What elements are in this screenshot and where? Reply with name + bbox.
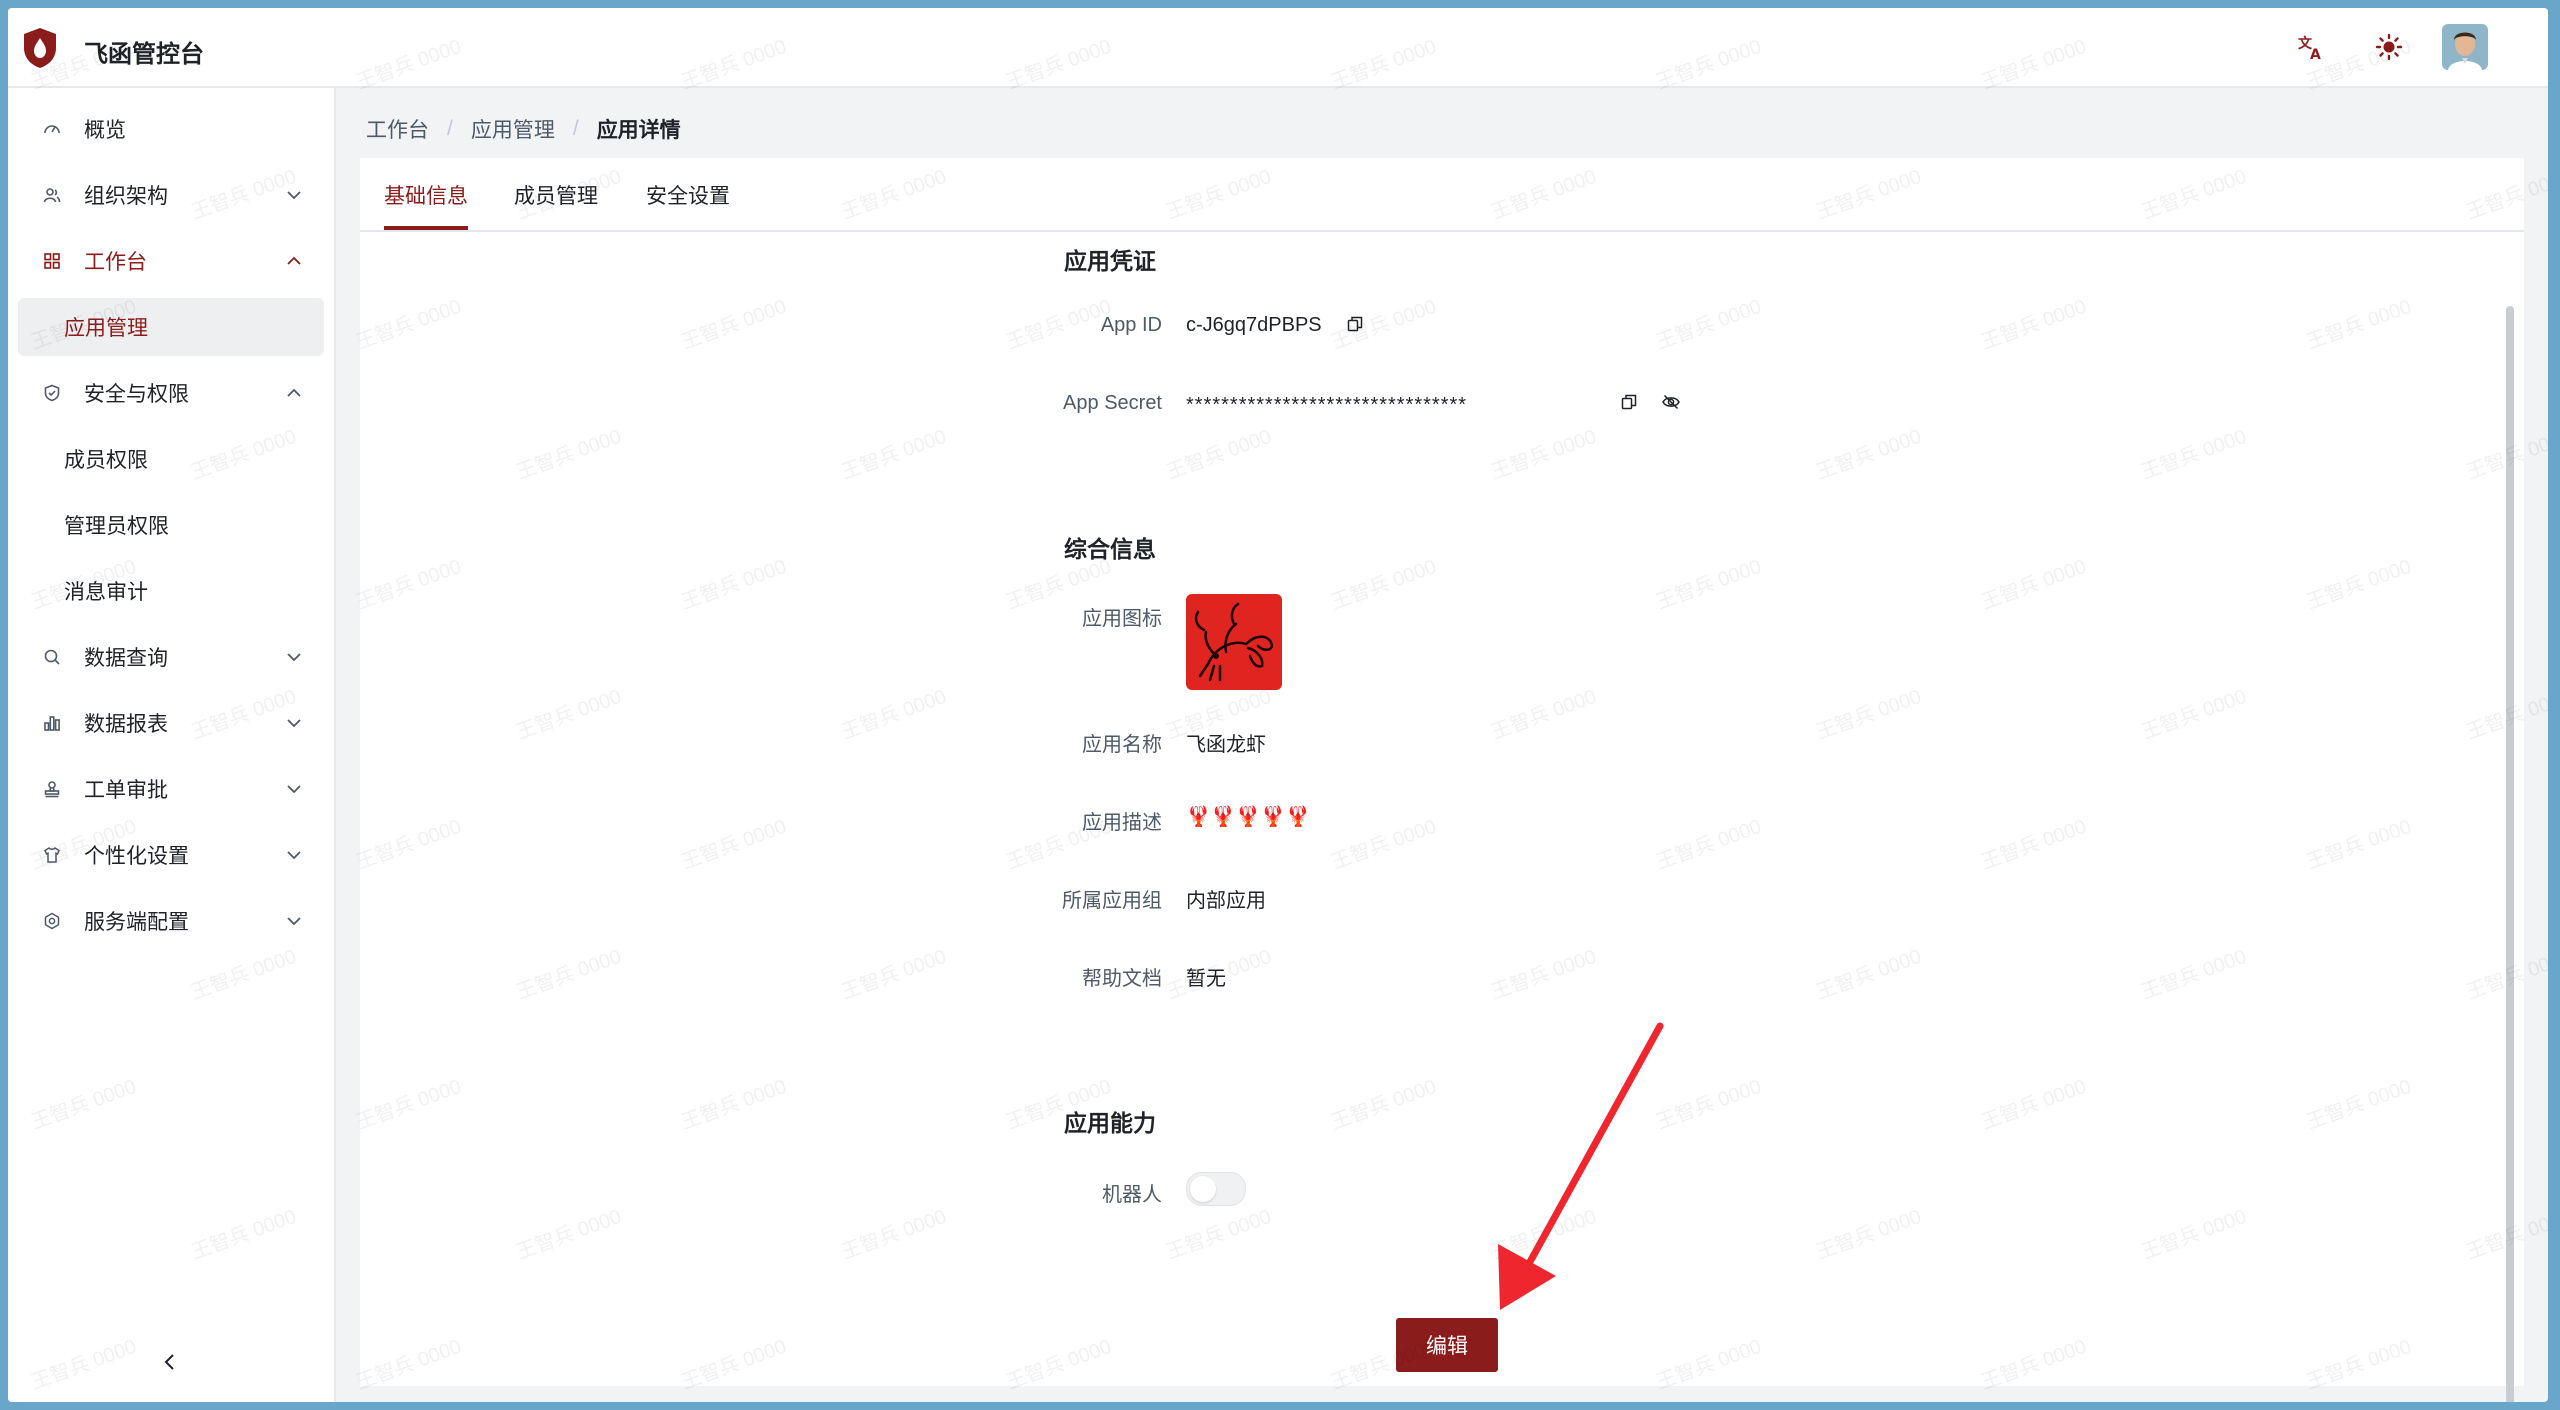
sidebar-item-message-audit[interactable]: 消息审计 — [18, 562, 324, 620]
sidebar-item-label: 安全与权限 — [84, 383, 189, 406]
copy-icon[interactable] — [1344, 313, 1366, 335]
breadcrumb: 工作台 / 应用管理 / 应用详情 — [366, 114, 681, 144]
active-tab-indicator — [384, 226, 468, 230]
sidebar-item-label: 工单审批 — [84, 779, 168, 802]
sidebar-item-label: 应用管理 — [64, 317, 148, 340]
sidebar-item-admin-permissions[interactable]: 管理员权限 — [18, 496, 324, 554]
bot-toggle[interactable] — [1186, 1172, 1246, 1206]
sidebar-item-data-query[interactable]: 数据查询 — [18, 628, 324, 686]
bar-chart-icon — [42, 713, 62, 733]
app-description-label: 应用描述 — [1082, 812, 1162, 834]
sidebar-item-workbench[interactable]: 工作台 — [18, 232, 324, 290]
app-title: 飞函管控台 — [84, 41, 204, 68]
svg-text:A: A — [2310, 47, 2321, 61]
sidebar-item-label: 成员权限 — [64, 449, 148, 472]
sidebar-item-overview[interactable]: 概览 — [18, 100, 324, 158]
eye-off-icon[interactable] — [1660, 391, 1682, 413]
sidebar-item-data-reports[interactable]: 数据报表 — [18, 694, 324, 752]
dashboard-icon — [42, 119, 62, 139]
capabilities-section-title: 应用能力 — [1064, 1110, 1156, 1136]
toggle-knob — [1190, 1176, 1216, 1202]
chevron-down-icon — [287, 785, 301, 794]
chevron-down-icon — [287, 653, 301, 662]
org-icon — [42, 185, 62, 205]
app-id-label: App ID — [1100, 314, 1162, 336]
app-secret-label: App Secret — [1063, 392, 1162, 414]
app-name-label: 应用名称 — [1082, 734, 1162, 756]
sidebar-item-label: 消息审计 — [64, 581, 148, 604]
sun-icon[interactable] — [2372, 30, 2406, 64]
general-section-title: 综合信息 — [1064, 536, 1156, 562]
chevron-down-icon — [287, 719, 301, 728]
app-id-value: c-J6gq7dPBPS — [1186, 314, 1322, 336]
sidebar-item-security[interactable]: 安全与权限 — [18, 364, 324, 422]
app-group-value: 内部应用 — [1186, 890, 1266, 912]
sidebar-item-label: 服务端配置 — [84, 911, 189, 934]
sidebar-item-label: 概览 — [84, 119, 126, 142]
credentials-section-title: 应用凭证 — [1064, 248, 1156, 274]
sidebar-item-organization[interactable]: 组织架构 — [18, 166, 324, 224]
breadcrumb-app-detail: 应用详情 — [596, 119, 681, 142]
grid-icon — [42, 251, 62, 271]
user-avatar[interactable] — [2442, 24, 2488, 70]
chevron-down-icon — [287, 851, 301, 860]
app-detail-panel: 基础信息 成员管理 安全设置 应用凭证 App ID c-J6gq7dPBPS … — [360, 158, 2524, 1402]
chevron-up-icon — [287, 256, 301, 265]
app-secret-value: ******************************** — [1186, 394, 1468, 416]
collapse-sidebar-icon[interactable] — [158, 1350, 182, 1374]
breadcrumb-workbench[interactable]: 工作台 — [366, 114, 429, 144]
shield-icon — [42, 383, 62, 403]
app-group-label: 所属应用组 — [1062, 890, 1162, 912]
translate-icon[interactable]: 文 A — [2294, 30, 2328, 64]
gear-icon — [42, 911, 62, 931]
copy-icon[interactable] — [1618, 391, 1640, 413]
sidebar-item-label: 数据报表 — [84, 713, 168, 736]
tab-bar: 基础信息 成员管理 安全设置 — [360, 158, 2524, 232]
lobster-icon — [1194, 602, 1274, 682]
sidebar-item-personalization[interactable]: 个性化设置 — [18, 826, 324, 884]
sidebar-item-label: 数据查询 — [84, 647, 168, 670]
sidebar-item-label: 工作台 — [84, 251, 147, 274]
app-name-value: 飞函龙虾 — [1186, 734, 1266, 756]
sidebar-item-label: 组织架构 — [84, 185, 168, 208]
sidebar-item-member-permissions[interactable]: 成员权限 — [18, 430, 324, 488]
chevron-down-icon — [287, 191, 301, 200]
tab-basic-info[interactable]: 基础信息 — [384, 180, 468, 210]
app-description-value: 🦞🦞🦞🦞🦞 — [1186, 806, 1311, 828]
sidebar-item-ticket-approval[interactable]: 工单审批 — [18, 760, 324, 818]
shirt-icon — [42, 845, 62, 865]
sidebar-item-app-management[interactable]: 应用管理 — [18, 298, 324, 356]
edit-button[interactable]: 编辑 — [1396, 1318, 1498, 1372]
bot-label: 机器人 — [1102, 1184, 1162, 1206]
console-window: 飞函管控台 文 A 概览 组织架构 工作台 应用管理 安全与权限 成员权限 管理… — [8, 8, 2548, 1402]
stamp-icon — [42, 779, 62, 799]
sidebar-item-label: 管理员权限 — [64, 515, 169, 538]
search-icon — [42, 647, 62, 667]
help-doc-label: 帮助文档 — [1082, 968, 1162, 990]
breadcrumb-separator: / — [447, 117, 453, 140]
help-doc-value: 暂无 — [1186, 968, 1226, 990]
breadcrumb-app-management[interactable]: 应用管理 — [471, 114, 555, 144]
tab-member-management[interactable]: 成员管理 — [514, 180, 598, 210]
breadcrumb-separator: / — [572, 117, 579, 140]
app-icon-label: 应用图标 — [1082, 608, 1162, 630]
scrollbar[interactable] — [2506, 306, 2514, 1402]
tab-security-settings[interactable]: 安全设置 — [646, 180, 730, 210]
sidebar-item-label: 个性化设置 — [84, 845, 189, 868]
top-header: 飞函管控台 文 A — [8, 8, 2548, 88]
chevron-down-icon — [287, 917, 301, 926]
app-icon — [1186, 594, 1282, 690]
sidebar-item-server-config[interactable]: 服务端配置 — [18, 892, 324, 950]
brand-logo-icon — [24, 28, 56, 68]
chevron-up-icon — [287, 388, 301, 397]
sidebar: 概览 组织架构 工作台 应用管理 安全与权限 成员权限 管理员权限 消息审计 数… — [8, 88, 336, 1402]
